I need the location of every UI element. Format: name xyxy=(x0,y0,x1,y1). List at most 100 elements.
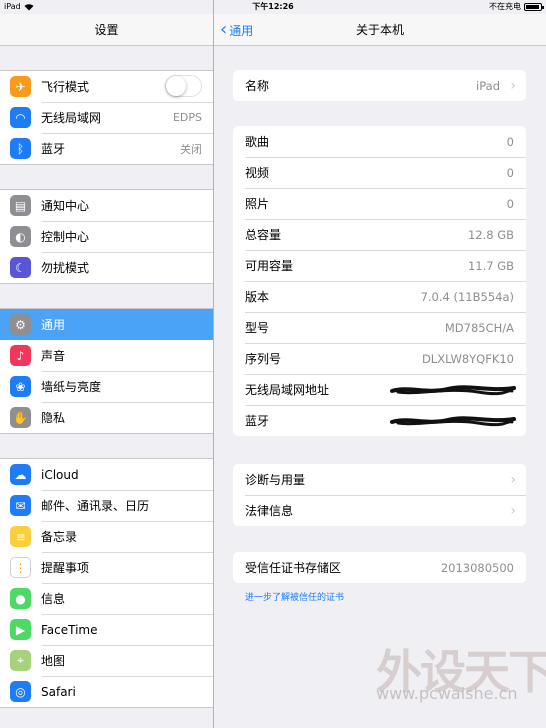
sidebar-item-gear[interactable]: ⚙ 通用 xyxy=(0,309,213,340)
settings-group: ▤ 通知中心 ◐ 控制中心 ☾ 勿扰模式 xyxy=(0,189,213,284)
info-label: 照片 xyxy=(245,197,270,211)
sidebar-item-messages[interactable]: ● 信息 xyxy=(0,583,213,614)
bluetooth-icon: ᛒ xyxy=(10,138,31,159)
nav-row-label: 法律信息 xyxy=(245,504,294,518)
sidebar-item-notification-center[interactable]: ▤ 通知中心 xyxy=(0,190,213,221)
name-row[interactable]: 名称 iPad › xyxy=(233,70,526,101)
sidebar-item-label: 飞行模式 xyxy=(41,80,90,94)
sidebar-item-value: EDPS xyxy=(172,111,202,124)
info-value: 7.0.4 (11B554a) xyxy=(420,289,514,304)
sidebar-item-wifi[interactable]: ◠ 无线局域网 EDPS xyxy=(0,102,213,133)
watermark: 外设天下 www.pcwaishe.cn xyxy=(376,636,546,726)
sidebar-item-flower[interactable]: ❀ 墙纸与亮度 xyxy=(0,371,213,402)
sidebar-item-hand[interactable]: ✋ 隐私 xyxy=(0,402,213,433)
trust-learn-more-link[interactable]: 进一步了解被信任的证书 xyxy=(245,590,344,603)
sidebar-item-maps[interactable]: ⌖ 地图 xyxy=(0,645,213,676)
sidebar-item-label: 隐私 xyxy=(41,411,66,425)
chevron-right-icon: › xyxy=(510,471,516,488)
trust-store-label: 受信任证书存储区 xyxy=(245,561,342,575)
wifi-icon: ◠ xyxy=(10,107,31,128)
sidebar-item-label: 无线局域网 xyxy=(41,111,102,125)
sidebar-item-facetime[interactable]: ▶ FaceTime xyxy=(0,614,213,645)
detail-navbar: ‹ 通用 关于本机 xyxy=(214,14,546,46)
info-label: 蓝牙 xyxy=(245,414,270,428)
info-label: 型号 xyxy=(245,321,270,335)
info-row: 可用容量 11.7 GB xyxy=(233,250,526,281)
cloud-icon: ☁ xyxy=(10,464,31,485)
messages-icon: ● xyxy=(10,588,31,609)
hand-icon: ✋ xyxy=(10,407,31,428)
sidebar-item-control-center[interactable]: ◐ 控制中心 xyxy=(0,221,213,252)
sidebar-item-label: 蓝牙 xyxy=(41,142,66,156)
sidebar-item-label: 控制中心 xyxy=(41,230,90,244)
info-label: 歌曲 xyxy=(245,135,270,149)
sidebar-title: 设置 xyxy=(0,14,213,46)
trust-card: 受信任证书存储区 2013080500 xyxy=(233,552,526,583)
info-value: 0 xyxy=(506,165,514,180)
info-row: 照片 0 xyxy=(233,188,526,219)
sidebar-item-label: iCloud xyxy=(41,467,79,482)
trust-store-value: 2013080500 xyxy=(440,560,514,575)
trust-store-row: 受信任证书存储区 2013080500 xyxy=(233,552,526,583)
sidebar-item-label: 信息 xyxy=(41,592,66,606)
settings-group: ✈ 飞行模式 ◠ 无线局域网 EDPS ᛒ 蓝牙 关闭 xyxy=(0,70,213,165)
sidebar-item-moon[interactable]: ☾ 勿扰模式 xyxy=(0,252,213,283)
sidebar-item-airplane[interactable]: ✈ 飞行模式 xyxy=(0,71,213,102)
info-row: 歌曲 0 xyxy=(233,126,526,157)
diagnostics-usage-row[interactable]: 诊断与用量 › xyxy=(233,464,526,495)
sidebar-item-label: 邮件、通讯录、日历 xyxy=(41,499,150,513)
sidebar-item-reminders[interactable]: ⋮ 提醒事项 xyxy=(0,552,213,583)
reminders-icon: ⋮ xyxy=(10,557,31,578)
sidebar-item-safari[interactable]: ◎ Safari xyxy=(0,676,213,707)
info-row: 无线局域网地址 xyxy=(233,374,526,405)
sidebar-item-notes[interactable]: ≡ 备忘录 xyxy=(0,521,213,552)
info-row: 版本 7.0.4 (11B554a) xyxy=(233,281,526,312)
info-label: 视频 xyxy=(245,166,270,180)
info-row: 型号 MD785CH/A xyxy=(233,312,526,343)
sidebar-item-label: 备忘录 xyxy=(41,530,78,544)
page-title: 关于本机 xyxy=(355,23,404,37)
info-value: 0 xyxy=(506,134,514,149)
info-label: 无线局域网地址 xyxy=(245,383,330,397)
redaction-scribble xyxy=(390,415,516,426)
sidebar-item-label: 提醒事项 xyxy=(41,561,90,575)
info-value: DLXLW8YQFK10 xyxy=(421,351,514,366)
settings-group: ☁ iCloud ✉ 邮件、通讯录、日历 ≡ 备忘录 ⋮ 提醒事项 ● 信息 ▶ FaceTime ⌖ 地… xyxy=(0,458,213,708)
redaction-scribble xyxy=(390,384,516,395)
sidebar-item-label: Safari xyxy=(41,684,76,699)
airplane-icon: ✈ xyxy=(10,76,31,97)
sidebar-item-label: 声音 xyxy=(41,349,66,363)
charging-status: 不在充电 xyxy=(489,2,521,11)
chevron-right-icon: › xyxy=(510,502,516,519)
toggle-knob xyxy=(166,76,186,96)
sidebar-item-cloud[interactable]: ☁ iCloud xyxy=(0,459,213,490)
sidebar-item-mail[interactable]: ✉ 邮件、通讯录、日历 xyxy=(0,490,213,521)
info-label: 序列号 xyxy=(245,352,282,366)
sidebar-item-bluetooth[interactable]: ᛒ 蓝牙 关闭 xyxy=(0,133,213,164)
safari-icon: ◎ xyxy=(10,681,31,702)
battery-fill xyxy=(526,5,540,9)
name-label: 名称 xyxy=(245,79,270,93)
about-panel: ‹ 通用 关于本机 名称 iPad › 歌曲 0 视频 0 照片 0 总容量 12.8 GB 可… xyxy=(214,14,546,728)
status-right: 不在充电 xyxy=(489,0,544,14)
settings-group: ⚙ 通用 ♪ 声音 ❀ 墙纸与亮度 ✋ 隐私 xyxy=(0,308,213,434)
info-row: 视频 0 xyxy=(233,157,526,188)
chevron-right-icon: › xyxy=(510,77,516,94)
info-label: 总容量 xyxy=(245,228,282,242)
maps-icon: ⌖ xyxy=(10,650,31,671)
sidebar-item-label: 通知中心 xyxy=(41,199,90,213)
info-label: 版本 xyxy=(245,290,270,304)
airplane-mode-toggle[interactable] xyxy=(165,75,202,97)
sound-icon: ♪ xyxy=(10,345,31,366)
diagnostics-card: 诊断与用量 › 法律信息 › xyxy=(233,464,526,526)
sidebar-item-label: 勿扰模式 xyxy=(41,261,90,275)
name-card: 名称 iPad › xyxy=(233,70,526,101)
notes-icon: ≡ xyxy=(10,526,31,547)
legal-info-row[interactable]: 法律信息 › xyxy=(233,495,526,526)
sidebar-item-label: 墙纸与亮度 xyxy=(41,380,102,394)
control-center-icon: ◐ xyxy=(10,226,31,247)
sidebar-item-sound[interactable]: ♪ 声音 xyxy=(0,340,213,371)
sidebar-item-label: FaceTime xyxy=(41,622,98,637)
sidebar-item-label: 通用 xyxy=(41,318,66,332)
info-row: 序列号 DLXLW8YQFK10 xyxy=(233,343,526,374)
